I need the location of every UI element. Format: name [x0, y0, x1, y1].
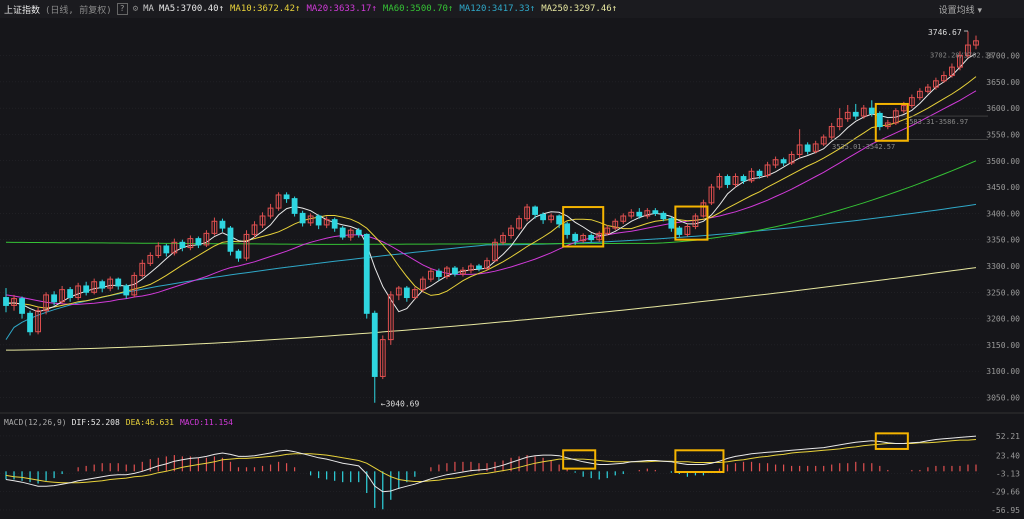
candle: [556, 215, 563, 225]
macd-legend-macd: MACD:11.154: [179, 417, 233, 427]
macd-legend: DIF:52.208 DEA:46.631 MACD:11.154: [72, 418, 239, 427]
candle: [179, 241, 186, 249]
candle: [403, 287, 410, 299]
ma10-line: [5, 76, 977, 309]
macd-header: MACD(12,26,9) DIF:52.208 DEA:46.631 MACD:1…: [0, 415, 244, 429]
y-tick-label: 3400.00: [986, 209, 1020, 218]
y-tick-label: 3300.00: [986, 262, 1020, 271]
candle: [83, 285, 90, 293]
macd-tick-label: -56.95: [991, 506, 1020, 515]
candle: [660, 212, 667, 220]
macd-tick-label: 52.21: [996, 432, 1020, 441]
candle: [540, 213, 547, 221]
candle: [3, 297, 9, 306]
macd-title: MACD(12,26,9): [4, 417, 67, 427]
macd-tick-label: -29.66: [991, 487, 1020, 496]
candle: [339, 227, 346, 238]
candle: [19, 298, 25, 314]
y-tick-label: 3200.00: [986, 315, 1020, 324]
macd-legend-dif: DIF:52.208: [71, 417, 120, 427]
range-label-2: 3535.01-3542.57: [832, 143, 895, 151]
y-tick-label: 3150.00: [986, 341, 1020, 350]
candle: [355, 229, 362, 235]
candle: [195, 238, 202, 246]
candle: [67, 289, 74, 299]
ma5-line: [5, 53, 977, 313]
y-tick-label: 3550.00: [986, 130, 1020, 139]
candle: [636, 211, 643, 217]
candle: [780, 159, 787, 164]
y-tick-label: 3050.00: [986, 393, 1020, 402]
candle: [163, 245, 170, 254]
candle: [652, 210, 659, 214]
candle: [219, 220, 226, 229]
candle: [227, 227, 234, 252]
candle: [452, 267, 458, 275]
y-tick-label: 3250.00: [986, 288, 1020, 297]
candle: [588, 234, 595, 241]
candle: [123, 285, 130, 296]
macd-tick-label: -3.13: [996, 469, 1020, 478]
candle: [724, 176, 731, 185]
macd-highlight-box-2: [674, 449, 725, 473]
candle: [532, 206, 538, 215]
candle: [868, 107, 875, 114]
y-tick-label: 3450.00: [986, 183, 1020, 192]
candle: [804, 144, 811, 152]
candle: [315, 215, 322, 226]
y-tick-label: 3350.00: [986, 236, 1020, 245]
dif-line: [5, 435, 977, 493]
macd-tick-label: 23.40: [996, 451, 1020, 460]
candle: [740, 176, 747, 182]
candle: [363, 233, 370, 314]
y-tick-label: 3600.00: [986, 104, 1020, 113]
range-label-1: 3583.31-3586.97: [905, 118, 968, 126]
candle: [676, 227, 683, 235]
y-tick-label: 3650.00: [986, 78, 1020, 87]
candle: [852, 111, 859, 117]
low-label: ←3040.69: [381, 400, 420, 409]
candle: [27, 312, 33, 333]
candle: [299, 212, 306, 224]
candle: [668, 218, 675, 229]
candle: [564, 223, 571, 235]
candle: [756, 170, 763, 176]
candle: [876, 112, 883, 128]
ma250-line: [6, 267, 977, 351]
high-label: 3746.67: [928, 28, 962, 37]
candle: [291, 198, 298, 214]
candle: [235, 250, 242, 259]
candle: [572, 233, 579, 242]
near-high-label: 3702.28/3702.38: [930, 52, 993, 60]
candle: [435, 270, 442, 277]
candle: [283, 194, 290, 200]
candle: [99, 281, 106, 289]
candle: [115, 278, 122, 287]
y-tick-label: 3100.00: [986, 367, 1020, 376]
candle: [51, 294, 58, 303]
candlestick-chart[interactable]: 3700.003650.003600.003550.003500.003450.…: [0, 0, 1024, 519]
ma60-line: [5, 160, 977, 245]
y-tick-label: 3500.00: [986, 157, 1020, 166]
macd-legend-dea: DEA:46.631: [125, 417, 174, 427]
candle: [331, 219, 338, 229]
candle: [476, 265, 482, 270]
candle: [371, 312, 378, 377]
